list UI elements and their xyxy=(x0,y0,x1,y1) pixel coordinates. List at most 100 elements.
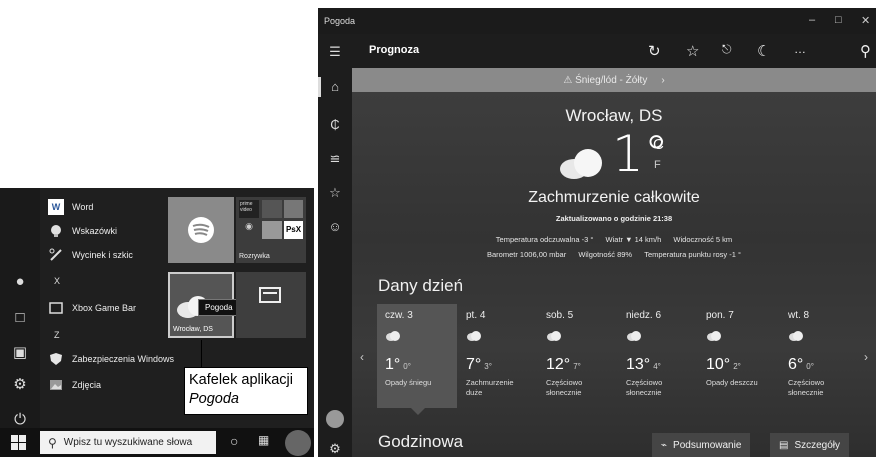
nav-rail: ☰ ⌂ ₵ ≌ ☆ ☺ ⚙ xyxy=(318,34,352,457)
selected-day-pointer xyxy=(411,408,425,415)
pin-icon[interactable]: ⎋ xyxy=(722,42,732,57)
day-description: Opady deszczu xyxy=(706,378,758,387)
taskbar-search-box[interactable]: ⚲ Wpisz tu wyszukiwane słowa xyxy=(40,431,216,454)
maps-icon[interactable]: ₵ xyxy=(326,116,344,134)
chart-icon: ⌁ xyxy=(661,439,668,451)
letter-header-z[interactable]: Z xyxy=(54,330,60,340)
day-card[interactable]: czw. 3 1° 0° Opady śniegu xyxy=(377,304,457,408)
visibility: Widoczność 5 km xyxy=(673,235,733,244)
day-low: 3° xyxy=(484,362,492,371)
chevron-right-icon[interactable]: › xyxy=(864,350,868,364)
details-line-1: Temperatura odczuwalna -3 ° Wiatr ▼ 14 k… xyxy=(352,235,876,244)
spotify-icon xyxy=(188,217,214,243)
picture-tile xyxy=(262,221,282,239)
day-description: Częściowo słonecznie xyxy=(546,378,583,397)
command-bar: Prognoza ↻ ☆ ⎋ ☾ … ⚲ xyxy=(352,34,876,68)
app-label: Wycinek i szkic xyxy=(72,250,133,260)
daily-forecast-title: Dany dzień xyxy=(378,276,464,295)
window-title: Pogoda xyxy=(324,16,356,26)
pictures-icon[interactable]: ▣ xyxy=(10,343,30,363)
favorites-icon[interactable]: ☆ xyxy=(326,184,344,202)
letter-header-x[interactable]: X xyxy=(54,276,60,286)
day-card[interactable]: pt. 4 7° 3° Zachmurzenie duże xyxy=(458,304,538,408)
search-icon[interactable]: ⚲ xyxy=(860,42,871,60)
day-card[interactable]: sob. 5 12° 7° Częściowo słonecznie xyxy=(538,304,618,408)
tips-icon xyxy=(48,223,64,239)
minimize-button[interactable]: – xyxy=(809,14,815,26)
details-label: Szczegóły xyxy=(794,439,841,451)
hamburger-menu-icon[interactable]: ☰ xyxy=(326,43,344,61)
app-label: Word xyxy=(72,202,94,212)
user-icon[interactable]: ● xyxy=(10,272,30,292)
settings-icon[interactable]: ⚙ xyxy=(326,440,344,457)
alert-text: ⚠ Śnieg/lód - Żółty xyxy=(563,74,648,86)
game-tile xyxy=(284,200,303,218)
shield-icon xyxy=(48,351,64,367)
news-icon xyxy=(259,287,281,303)
settings-icon[interactable]: ⚙ xyxy=(10,375,30,395)
home-icon[interactable]: ⌂ xyxy=(326,78,344,96)
cloud-icon xyxy=(560,149,602,179)
start-menu: ● □ ▣ ⚙ ⏻ W Word Wskazówki Wycinek i szk… xyxy=(0,188,314,457)
refresh-icon[interactable]: ↻ xyxy=(648,42,661,60)
celsius-toggle[interactable]: C xyxy=(653,136,664,153)
edge-icon[interactable] xyxy=(285,430,311,456)
account-avatar[interactable] xyxy=(326,410,344,428)
day-description: Częściowo słonecznie xyxy=(788,378,825,397)
callout-pointer xyxy=(201,340,202,368)
document-icon[interactable]: □ xyxy=(10,308,30,328)
day-card[interactable]: wt. 8 6° 0° Częściowo słonecznie xyxy=(780,304,860,408)
smiley-icon[interactable]: ☺ xyxy=(326,218,344,236)
day-description: Zachmurzenie duże xyxy=(466,378,514,397)
list-icon: ▤ xyxy=(779,439,789,451)
day-name: czw. 3 xyxy=(385,310,413,321)
wind: Wiatr ▼ 14 km/h xyxy=(605,235,662,244)
weather-tile-label: Wrocław, DS xyxy=(173,326,213,333)
historical-icon[interactable]: ≌ xyxy=(326,150,344,168)
app-label: Zdjęcia xyxy=(72,380,102,390)
snip-icon xyxy=(48,247,64,263)
app-label: Zabezpieczenia Windows xyxy=(72,354,175,364)
humidity: Wilgotność 89% xyxy=(578,250,633,259)
favorite-star-icon[interactable]: ☆ xyxy=(686,42,699,60)
cloud-icon xyxy=(467,331,481,341)
day-low: 0° xyxy=(403,362,411,371)
prime-video-tile: prime video xyxy=(239,200,259,218)
callout-line1: Kafelek aplikacji xyxy=(189,372,293,388)
details-button[interactable]: ▤ Szczegóły xyxy=(770,433,850,457)
weather-alert-banner[interactable]: ⚠ Śnieg/lód - Żółty › xyxy=(352,68,876,92)
day-high: 1° xyxy=(385,356,401,373)
power-icon[interactable]: ⏻ xyxy=(10,410,30,430)
callout-line2: Pogoda xyxy=(189,391,239,407)
word-icon: W xyxy=(48,199,64,215)
task-view-icon[interactable]: ▦ xyxy=(258,433,269,447)
day-name: pon. 7 xyxy=(706,310,734,321)
entertainment-folder-tile[interactable]: prime video ◉ PsX Rozrywka xyxy=(236,197,306,263)
title-bar: Pogoda – □ ✕ xyxy=(318,8,876,34)
fahrenheit-toggle[interactable]: F xyxy=(654,159,661,171)
cortana-icon[interactable]: ○ xyxy=(230,433,238,449)
day-high: 10° xyxy=(706,356,731,373)
rain-cloud-icon xyxy=(707,331,721,341)
callout-box: Kafelek aplikacji Pogoda xyxy=(184,367,308,415)
partly-sunny-icon xyxy=(627,331,641,341)
hourly-forecast-title: Godzinowa xyxy=(378,432,464,451)
current-conditions: Wrocław, DS 1° C F Zachmurzenie całkowit… xyxy=(352,92,876,457)
day-card[interactable]: pon. 7 10° 2° Opady deszczu xyxy=(698,304,778,408)
day-name: sob. 5 xyxy=(546,310,574,321)
dark-mode-icon[interactable]: ☾ xyxy=(757,42,770,60)
day-card[interactable]: niedz. 6 13° 4° Częściowo słonecznie xyxy=(618,304,698,408)
psx-tile: PsX xyxy=(284,221,303,239)
day-low: 4° xyxy=(653,362,661,371)
entertainment-label: Rozrywka xyxy=(239,253,270,260)
circle-tile: ◉ xyxy=(245,221,253,231)
close-button[interactable]: ✕ xyxy=(861,14,870,27)
chevron-left-icon[interactable]: ‹ xyxy=(360,350,364,364)
summary-button[interactable]: ⌁ Podsumowanie xyxy=(652,433,751,457)
spotify-tile[interactable] xyxy=(168,197,234,263)
maximize-button[interactable]: □ xyxy=(835,14,842,26)
news-tile[interactable] xyxy=(236,272,306,338)
more-options-icon[interactable]: … xyxy=(794,42,806,56)
windows-start-icon[interactable] xyxy=(11,435,27,451)
details-line-2: Barometr 1006,00 mbar Wilgotność 89% Tem… xyxy=(352,250,876,259)
